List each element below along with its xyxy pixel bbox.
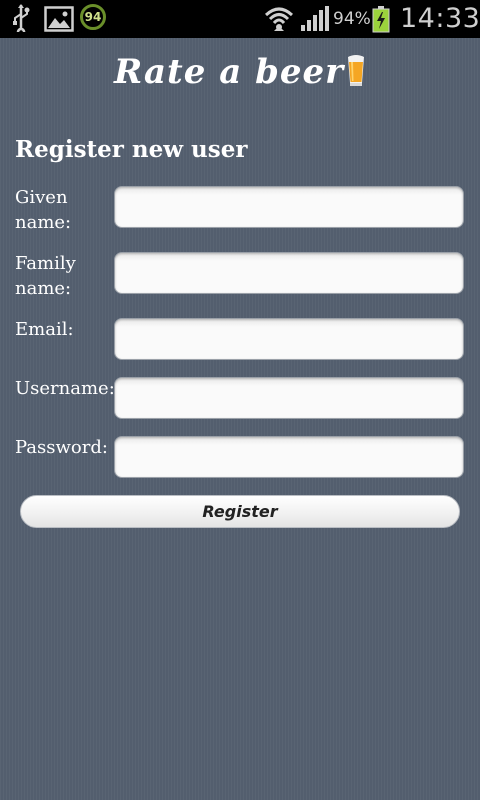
page-title: Register new user: [15, 136, 248, 163]
email-label: Email:: [15, 319, 74, 340]
password-field[interactable]: [114, 436, 464, 478]
family-name-label: Family name:: [15, 253, 76, 299]
status-bar: 94 94% 14:33: [0, 0, 480, 38]
username-field[interactable]: [114, 377, 464, 419]
given-name-label: Given name:: [15, 187, 72, 233]
register-button[interactable]: Register: [20, 495, 460, 528]
given-name-field[interactable]: [114, 186, 464, 228]
signal-icon: [300, 6, 330, 36]
clock: 14:33: [400, 3, 480, 34]
gallery-icon: [44, 6, 74, 36]
app-title: Rate a beer: [0, 52, 480, 96]
password-label: Password:: [15, 437, 108, 458]
username-label: Username:: [15, 378, 115, 399]
usb-icon: [10, 4, 32, 37]
family-name-field[interactable]: [114, 252, 464, 294]
app-title-text: Rate a beer: [113, 52, 345, 92]
wifi-icon: [264, 5, 294, 37]
email-field[interactable]: [114, 318, 464, 360]
battery-percent: 94%: [333, 9, 371, 29]
battery-charging-icon: [372, 5, 390, 37]
sync-badge-icon: 94: [80, 4, 106, 30]
beer-glass-icon: [346, 53, 366, 96]
